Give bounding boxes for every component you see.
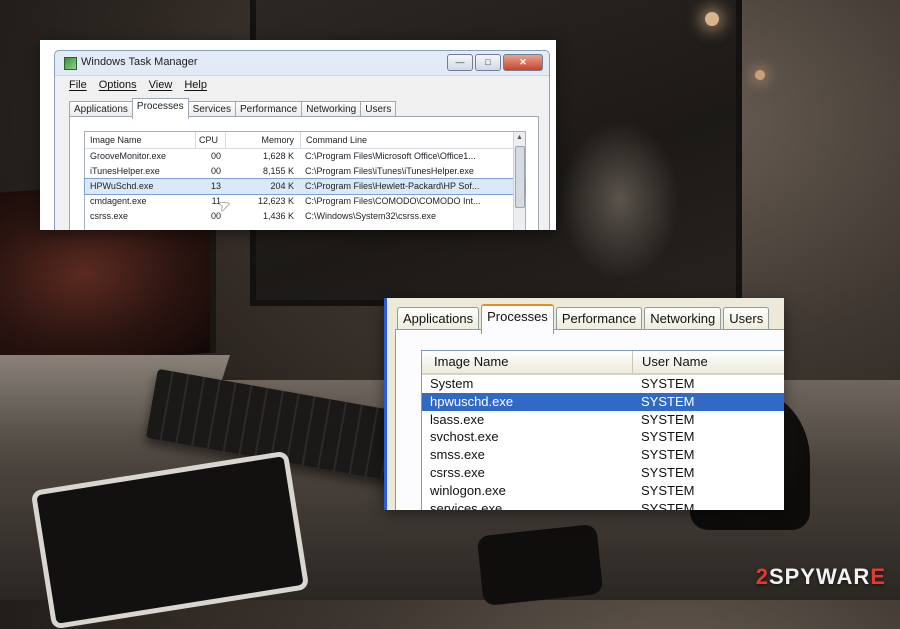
window-body: Applications Processes Services Performa… xyxy=(55,94,549,230)
cell-command-line: C:\Program Files\Microsoft Office\Office… xyxy=(305,151,476,161)
scroll-up-icon[interactable]: ▲ xyxy=(514,132,525,143)
cell-image-name: System xyxy=(430,376,474,391)
cell-cpu: 00 xyxy=(210,151,221,161)
cell-cpu: 00 xyxy=(210,166,221,176)
column-image-name[interactable]: Image Name xyxy=(422,351,632,373)
cell-user-name: SYSTEM xyxy=(641,429,695,445)
cell-image-name: winlogon.exe xyxy=(430,482,506,498)
watermark-logo: 2SPYWARE xyxy=(756,564,886,590)
column-command-line[interactable]: Command Line xyxy=(300,132,505,148)
processes-zoom-screenshot: Applications Processes Performance Netwo… xyxy=(384,298,784,510)
cell-user-name: SYSTEM xyxy=(641,500,695,510)
window-title: Windows Task Manager xyxy=(81,56,198,68)
table-row-selected[interactable]: HPWuSchd.exe 13 204 K C:\Program Files\H… xyxy=(84,178,526,195)
cell-image-name: hpwuschd.exe xyxy=(430,393,514,409)
cell-image-name: smss.exe xyxy=(430,447,485,463)
minimize-button[interactable]: — xyxy=(447,54,473,71)
cell-image-name: HPWuSchd.exe xyxy=(90,181,154,191)
cell-user-name: SYSTEM xyxy=(641,464,695,480)
caption-buttons: — □ ✕ xyxy=(447,54,543,71)
table-row[interactable]: csrss.exe SYSTEM xyxy=(422,464,784,482)
background-glow xyxy=(560,120,680,280)
table-row[interactable]: System SYSTEM xyxy=(422,375,784,393)
cell-user-name: SYSTEM xyxy=(641,393,695,409)
table-row[interactable]: iTunesHelper.exe 00 8,155 K C:\Program F… xyxy=(85,164,525,179)
close-button[interactable]: ✕ xyxy=(503,54,543,71)
cell-memory: 1,628 K xyxy=(262,151,294,161)
maximize-button[interactable]: □ xyxy=(475,54,501,71)
cell-user-name: SYSTEM xyxy=(641,376,695,391)
cell-command-line: C:\Program Files\Hewlett-Packard\HP Sof.… xyxy=(305,181,480,191)
title-bar[interactable]: Windows Task Manager — □ ✕ xyxy=(55,51,549,75)
watermark-name: SPYWAR xyxy=(768,564,871,589)
watermark-prefix: 2 xyxy=(755,564,769,589)
table-row[interactable]: winlogon.exe SYSTEM xyxy=(422,482,784,500)
cell-image-name: csrss.exe xyxy=(430,464,485,480)
column-cpu[interactable]: CPU xyxy=(195,132,225,148)
cell-command-line: C:\Program Files\iTunes\iTunesHelper.exe xyxy=(305,166,474,176)
background-light xyxy=(705,12,719,26)
table-row[interactable]: GrooveMonitor.exe 00 1,628 K C:\Program … xyxy=(85,149,525,164)
cell-image-name: services.exe xyxy=(430,500,503,510)
cell-memory: 204 K xyxy=(270,181,294,191)
column-image-name[interactable]: Image Name xyxy=(85,132,195,148)
cell-user-name: SYSTEM xyxy=(641,482,695,498)
table-row[interactable]: lsass.exe SYSTEM xyxy=(422,411,784,429)
cell-image-name: lsass.exe xyxy=(430,411,485,427)
table-row[interactable]: smss.exe SYSTEM xyxy=(422,446,784,464)
cell-cpu: 13 xyxy=(210,181,221,191)
tab-processes[interactable]: Processes xyxy=(131,98,189,119)
menu-help[interactable]: Help xyxy=(184,76,207,94)
background-light xyxy=(755,70,765,80)
tab-processes[interactable]: Processes xyxy=(481,304,554,334)
cell-user-name: SYSTEM xyxy=(641,411,695,427)
table-row[interactable]: cmdagent.exe 11 12,623 K C:\Program File… xyxy=(85,194,525,209)
table-row-selected[interactable]: hpwuschd.exe SYSTEM xyxy=(422,392,784,411)
column-user-name[interactable]: User Name xyxy=(632,351,784,373)
table-row[interactable]: csrss.exe 00 1,436 K C:\Windows\System32… xyxy=(85,209,525,224)
scroll-thumb[interactable] xyxy=(515,146,525,208)
cell-command-line: C:\Windows\System32\csrss.exe xyxy=(305,211,437,221)
cell-memory: 12,623 K xyxy=(257,196,294,206)
cell-image-name: GrooveMonitor.exe xyxy=(90,151,167,161)
column-headers: Image Name User Name xyxy=(422,351,784,375)
process-list: Image Name CPU Memory Command Line Groov… xyxy=(84,131,526,230)
menu-options[interactable]: Options xyxy=(99,76,137,94)
cell-memory: 8,155 K xyxy=(262,166,294,176)
cell-image-name: svchost.exe xyxy=(430,429,499,445)
processes-panel: Image Name CPU Memory Command Line Groov… xyxy=(69,116,539,230)
menu-file[interactable]: File xyxy=(69,76,87,94)
vertical-scrollbar[interactable]: ▲ xyxy=(513,132,525,230)
menu-view[interactable]: View xyxy=(149,76,173,94)
task-manager-screenshot: Windows Task Manager — □ ✕ File Options … xyxy=(40,40,556,230)
cell-image-name: csrss.exe xyxy=(90,211,129,221)
table-row[interactable]: services.exe SYSTEM xyxy=(422,500,784,510)
process-list: Image Name User Name System SYSTEM hpwus… xyxy=(421,350,784,510)
background-phone xyxy=(476,523,604,607)
cell-user-name: SYSTEM xyxy=(641,447,695,463)
cell-command-line: C:\Program Files\COMODO\COMODO Int... xyxy=(305,196,481,206)
cell-image-name: iTunesHelper.exe xyxy=(90,166,160,176)
processes-panel: Image Name User Name System SYSTEM hpwus… xyxy=(395,329,784,510)
column-headers: Image Name CPU Memory Command Line xyxy=(85,132,525,149)
table-row[interactable]: svchost.exe SYSTEM xyxy=(422,428,784,446)
watermark-suffix: E xyxy=(870,564,886,589)
task-manager-icon xyxy=(64,57,77,70)
column-memory[interactable]: Memory xyxy=(225,132,300,148)
menu-bar: File Options View Help xyxy=(55,75,549,94)
cell-memory: 1,436 K xyxy=(262,211,294,221)
task-manager-window: Windows Task Manager — □ ✕ File Options … xyxy=(54,50,550,230)
cell-image-name: cmdagent.exe xyxy=(90,196,147,206)
